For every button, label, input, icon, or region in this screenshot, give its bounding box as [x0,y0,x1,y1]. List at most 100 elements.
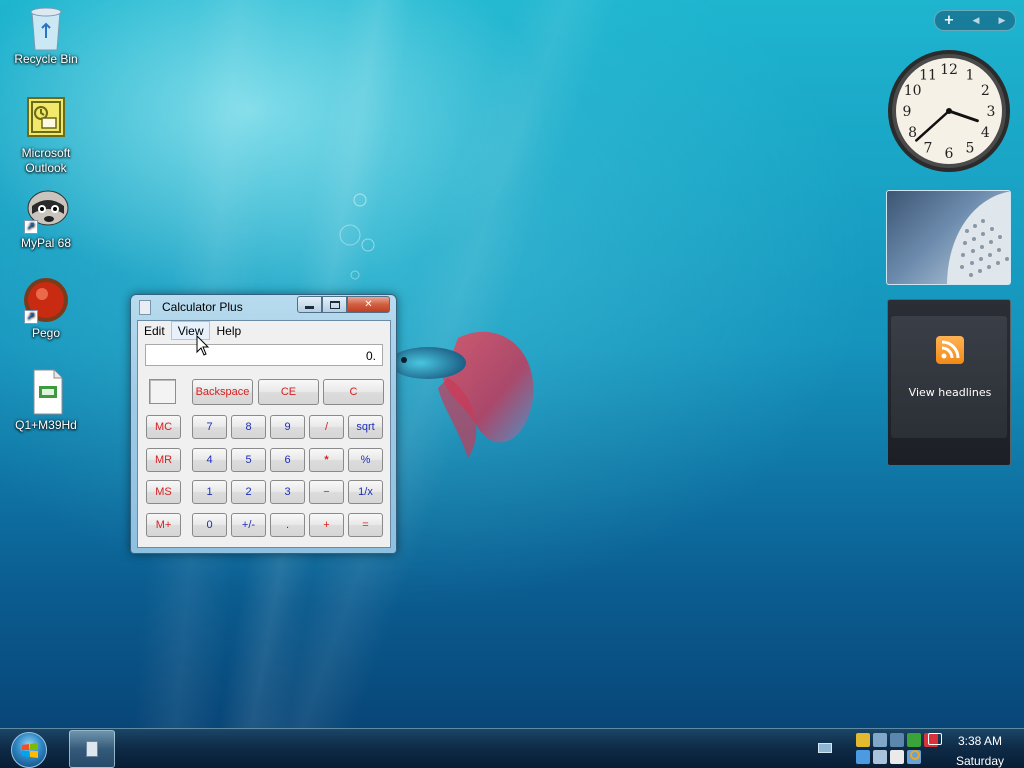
percent-button[interactable]: % [348,448,383,472]
checkmark-icon[interactable] [907,733,921,747]
clock-day: Saturday [955,754,1005,768]
clock-number: 10 [904,83,922,99]
equals-button[interactable]: = [348,513,383,537]
desktop-icon-recycle-bin[interactable]: Recycle Bin [4,2,88,67]
network-icon[interactable] [873,733,887,747]
desktop-icon-label: Recycle Bin [14,52,78,66]
clock-time: 3:38 AM [957,734,1003,748]
clock-number: 11 [919,68,937,84]
desktop-icon-label: Pego [31,326,61,340]
taskbar-clock[interactable]: 3:38 AM Saturday [950,731,1010,768]
slideshow-gadget[interactable] [886,190,1011,285]
text-input-icon[interactable] [890,750,904,764]
shortcut-arrow-icon: ↗ [24,310,38,324]
clear-button[interactable]: C [323,379,384,405]
memory-add-button[interactable]: M+ [146,513,181,537]
clock-number: 1 [966,68,975,84]
clock-number: 7 [924,140,933,156]
clock-number: 9 [903,104,912,120]
calculator-display: 0. [145,344,383,366]
clock-gadget[interactable]: 12 12 3 45678 9 1011 [886,48,1012,174]
close-icon: ✕ [364,299,373,310]
feed-panel [891,316,1007,438]
taskbar-calculator-button[interactable] [69,730,115,768]
computer-icon[interactable] [873,750,887,764]
digit-7-button[interactable]: 7 [192,415,227,439]
add-button[interactable]: + [309,513,344,537]
feed-headlines-gadget[interactable]: View headlines [887,299,1011,466]
sign-toggle-button[interactable]: +/- [231,513,266,537]
digit-1-button[interactable]: 1 [192,480,227,504]
multiply-button[interactable]: * [309,448,344,472]
calculator-taskbar-icon [86,741,98,757]
backspace-button[interactable]: Backspace [192,379,253,405]
pego-icon: ↗ [22,276,70,324]
betta-fish-wallpaper [390,331,534,458]
desktop-icon-label: Microsoft Outlook [21,146,71,175]
calculator-window[interactable]: Calculator Plus ✕ Edit View Help 0. Back… [130,294,397,554]
clock-number: 8 [908,125,917,141]
bubbles-decoration [339,193,375,280]
clock-number: 2 [981,83,990,99]
start-button[interactable] [11,732,47,768]
digit-4-button[interactable]: 4 [192,448,227,472]
calculator-client-area: Edit View Help 0. Backspace CE C MC MR M… [137,320,391,548]
digit-8-button[interactable]: 8 [231,415,266,439]
clock-number: 5 [966,140,975,156]
network-activity-icon[interactable] [890,733,904,747]
search-icon[interactable] [910,750,920,760]
calculator-app-icon [139,300,151,315]
windows-logo-icon [22,743,38,758]
title-bar[interactable]: Calculator Plus ✕ [131,295,396,319]
menu-edit[interactable]: Edit [138,321,171,340]
view-headlines-link[interactable]: View headlines [888,386,1012,399]
maximize-button[interactable] [322,296,347,313]
memory-clear-button[interactable]: MC [146,415,181,439]
taskbar: 3:38 AM Saturday [0,728,1024,768]
minimize-button[interactable] [297,296,322,313]
subtract-button[interactable]: − [309,480,344,504]
clock-number: 12 [940,62,958,78]
memory-store-button[interactable]: MS [146,480,181,504]
digit-0-button[interactable]: 0 [192,513,227,537]
desktop-icon-microsoft-outlook[interactable]: Microsoft Outlook [4,96,88,176]
clock-number: 4 [981,125,990,141]
slideshow-image [947,191,1010,284]
add-gadget-icon[interactable]: + [935,13,963,28]
desktop-icon-mypal[interactable]: ↗ MyPal 68 [4,186,88,251]
clear-entry-button[interactable]: CE [258,379,319,405]
maximize-icon [329,300,340,309]
caption-buttons: ✕ [297,296,390,313]
digit-9-button[interactable]: 9 [270,415,305,439]
desktop-icon-label: MyPal 68 [20,236,72,250]
desktop-icon-pego[interactable]: ↗ Pego [4,276,88,341]
next-page-icon[interactable]: ▶ [989,16,1015,26]
keyboard-language-icon[interactable] [818,743,832,753]
digit-5-button[interactable]: 5 [231,448,266,472]
divide-button[interactable]: / [309,415,344,439]
minimize-icon [305,306,314,309]
clock-number: 3 [987,104,996,120]
mouse-cursor-icon [196,335,210,356]
message-icon[interactable] [928,733,942,745]
close-button[interactable]: ✕ [347,296,390,313]
desktop-icon-document[interactable]: Q1+M39Hd [4,368,88,433]
digit-3-button[interactable]: 3 [270,480,305,504]
recycle-bin-icon [22,2,70,51]
menu-help[interactable]: Help [210,321,247,340]
menu-bar: Edit View Help [138,321,390,340]
monitor-icon[interactable] [856,750,870,764]
outlook-icon [22,96,70,144]
shortcut-arrow-icon: ↗ [24,220,38,234]
reciprocal-button[interactable]: 1/x [348,480,383,504]
memory-recall-button[interactable]: MR [146,448,181,472]
previous-page-icon[interactable]: ◀ [963,16,989,26]
digit-6-button[interactable]: 6 [270,448,305,472]
decimal-point-button[interactable]: . [270,513,305,537]
mypal-raccoon-icon: ↗ [22,186,70,234]
sqrt-button[interactable]: sqrt [348,415,383,439]
document-icon [22,368,70,416]
clock-number: 6 [945,146,954,162]
security-shield-icon[interactable] [856,733,870,747]
digit-2-button[interactable]: 2 [231,480,266,504]
